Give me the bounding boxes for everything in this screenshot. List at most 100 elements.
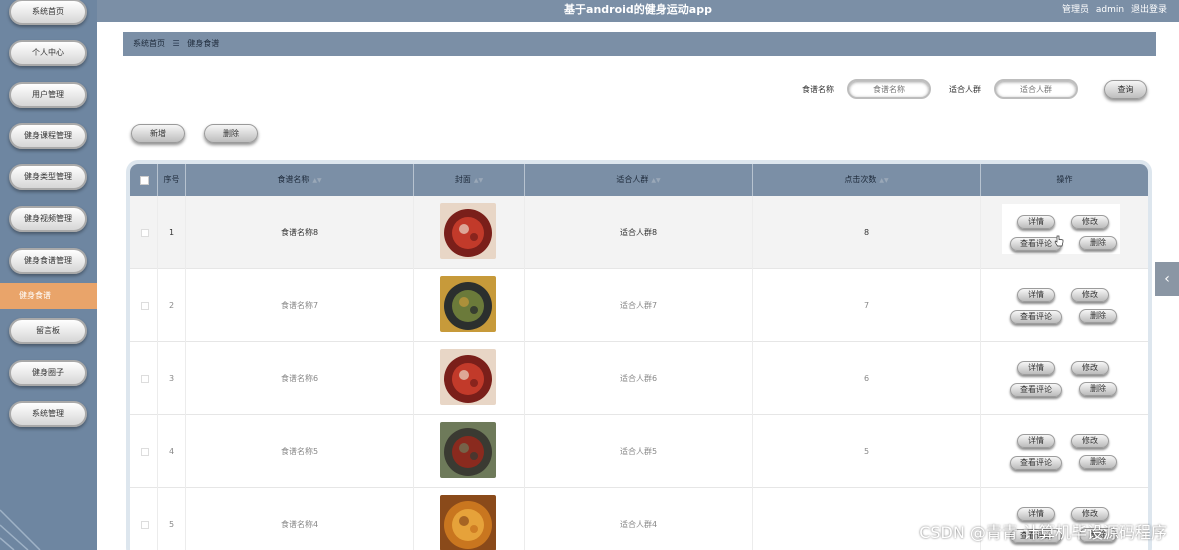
sidebar-item[interactable]: 个人中心 xyxy=(9,40,87,66)
delete-button[interactable]: 删除 xyxy=(1079,309,1117,323)
edit-button[interactable]: 修改 xyxy=(1071,361,1109,375)
detail-button[interactable]: 详情 xyxy=(1017,288,1055,302)
edit-button[interactable]: 修改 xyxy=(1071,288,1109,302)
row-select-cell xyxy=(130,269,158,342)
batch-delete-button[interactable]: 删除 xyxy=(204,124,258,143)
top-header: 基于android的健身运动app 管理员 admin 退出登录 xyxy=(97,0,1179,22)
row-crowd: 适合人群5 xyxy=(525,415,753,488)
row-select-cell xyxy=(130,488,158,550)
edit-button[interactable]: 修改 xyxy=(1071,434,1109,448)
select-all-cell xyxy=(130,164,158,196)
sidebar-item[interactable]: 留言板 xyxy=(9,318,87,344)
sidebar-item[interactable]: 健身圈子 xyxy=(9,360,87,386)
sort-icon[interactable]: ▲▼ xyxy=(879,177,888,184)
query-button[interactable]: 查询 xyxy=(1104,80,1147,99)
row-crowd: 适合人群6 xyxy=(525,342,753,415)
col-actions: 操作 xyxy=(981,164,1148,196)
col-cover-label: 封面 xyxy=(454,175,471,184)
sidebar-item[interactable]: 健身视频管理 xyxy=(9,206,87,232)
row-actions-cell xyxy=(981,269,1148,342)
sidebar-item[interactable]: 健身类型管理 xyxy=(9,164,87,190)
name-search-label: 食谱名称 xyxy=(802,85,834,94)
col-cover[interactable]: 封面 ▲▼ xyxy=(414,164,525,196)
row-name: 食谱名称7 xyxy=(186,269,414,342)
recipe-cover-image[interactable] xyxy=(440,349,496,405)
view-comments-button[interactable]: 查看评论 xyxy=(1010,383,1062,397)
row-checkbox[interactable] xyxy=(141,521,149,529)
row-select-cell xyxy=(130,196,158,269)
row-checkbox[interactable] xyxy=(141,448,149,456)
crowd-search-input[interactable] xyxy=(994,79,1078,99)
col-clicks-label: 点击次数 xyxy=(844,175,877,184)
row-name: 食谱名称4 xyxy=(186,488,414,550)
table-row: 1 食谱名称8 适合人群8 8 详情 修改 查看评论 删除 xyxy=(130,196,1148,269)
recipe-cover-image[interactable] xyxy=(440,422,496,478)
row-index: 2 xyxy=(158,269,186,342)
delete-button[interactable]: 删除 xyxy=(1079,236,1117,250)
recipe-cover-image[interactable] xyxy=(440,203,496,259)
recipe-table: 序号 食谱名称 ▲▼ 封面 ▲▼ 适合人群 ▲▼ 点击次数 ▲▼ 操作 1 食谱名称8 适合… xyxy=(126,160,1152,550)
recipe-cover-image[interactable] xyxy=(440,495,496,550)
row-select-cell xyxy=(130,415,158,488)
row-index: 5 xyxy=(158,488,186,550)
table-row: 4 食谱名称5 适合人群5 5 详情 修改 查看评论 删除 xyxy=(130,415,1148,488)
sidebar-item-active[interactable]: 健身食谱 xyxy=(0,283,97,309)
delete-button[interactable]: 删除 xyxy=(1079,455,1117,469)
recipe-cover-image[interactable] xyxy=(440,276,496,332)
detail-button[interactable]: 详情 xyxy=(1017,361,1055,375)
app-title: 基于android的健身运动app xyxy=(564,3,712,16)
sort-icon[interactable]: ▲▼ xyxy=(474,177,483,184)
row-index: 4 xyxy=(158,415,186,488)
hand-cursor-icon xyxy=(1054,235,1064,247)
col-actions-label: 操作 xyxy=(1056,175,1073,184)
breadcrumb-current: 健身食谱 xyxy=(187,39,220,48)
row-crowd: 适合人群7 xyxy=(525,269,753,342)
breadcrumb-separator-icon: ☰ xyxy=(172,39,180,48)
col-clicks[interactable]: 点击次数 ▲▼ xyxy=(753,164,981,196)
sidebar-item[interactable]: 健身课程管理 xyxy=(9,123,87,149)
col-name[interactable]: 食谱名称 ▲▼ xyxy=(186,164,414,196)
collapse-panel-tab[interactable]: ‹ xyxy=(1155,262,1179,296)
col-crowd-label: 适合人群 xyxy=(616,175,649,184)
sort-icon[interactable]: ▲▼ xyxy=(312,177,321,184)
row-name: 食谱名称5 xyxy=(186,415,414,488)
add-button[interactable]: 新增 xyxy=(131,124,185,143)
username: admin xyxy=(1095,5,1125,15)
row-checkbox[interactable] xyxy=(141,229,149,237)
row-crowd: 适合人群8 xyxy=(525,196,753,269)
row-name: 食谱名称8 xyxy=(186,196,414,269)
row-checkbox[interactable] xyxy=(141,375,149,383)
breadcrumb: 系统首页 ☰ 健身食谱 xyxy=(123,32,1156,56)
row-clicks: 8 xyxy=(753,196,981,269)
sort-icon[interactable]: ▲▼ xyxy=(651,177,660,184)
row-select-cell xyxy=(130,342,158,415)
sidebar-item[interactable]: 用户管理 xyxy=(9,82,87,108)
name-search-input[interactable] xyxy=(847,79,931,99)
row-crowd: 适合人群4 xyxy=(525,488,753,550)
delete-button[interactable]: 删除 xyxy=(1079,382,1117,396)
crowd-search-label: 适合人群 xyxy=(949,85,981,94)
col-name-label: 食谱名称 xyxy=(277,175,310,184)
sidebar-item[interactable]: 系统管理 xyxy=(9,401,87,427)
select-all-checkbox[interactable] xyxy=(140,176,149,185)
breadcrumb-home[interactable]: 系统首页 xyxy=(133,39,165,48)
sidebar: 系统首页个人中心用户管理健身课程管理 健身类型管理 健身视频管理 健身食谱管理 健身食谱… xyxy=(0,0,97,550)
logout-link[interactable]: 退出登录 xyxy=(1131,5,1167,15)
row-actions-cell xyxy=(981,342,1148,415)
detail-button[interactable]: 详情 xyxy=(1017,215,1055,229)
row-clicks: 6 xyxy=(753,342,981,415)
col-crowd[interactable]: 适合人群 ▲▼ xyxy=(525,164,753,196)
view-comments-button[interactable]: 查看评论 xyxy=(1010,310,1062,324)
row-actions-cell xyxy=(981,415,1148,488)
row-name: 食谱名称6 xyxy=(186,342,414,415)
view-comments-button[interactable]: 查看评论 xyxy=(1010,456,1062,470)
edit-button[interactable]: 修改 xyxy=(1071,215,1109,229)
col-index: 序号 xyxy=(158,164,186,196)
sidebar-item[interactable]: 系统首页 xyxy=(9,0,87,25)
table-row: 2 食谱名称7 适合人群7 7 详情 修改 查看评论 删除 xyxy=(130,269,1148,342)
row-checkbox[interactable] xyxy=(141,302,149,310)
sidebar-decoration xyxy=(0,509,41,550)
sidebar-item[interactable]: 健身食谱管理 xyxy=(9,248,87,274)
row-index: 3 xyxy=(158,342,186,415)
detail-button[interactable]: 详情 xyxy=(1017,434,1055,448)
